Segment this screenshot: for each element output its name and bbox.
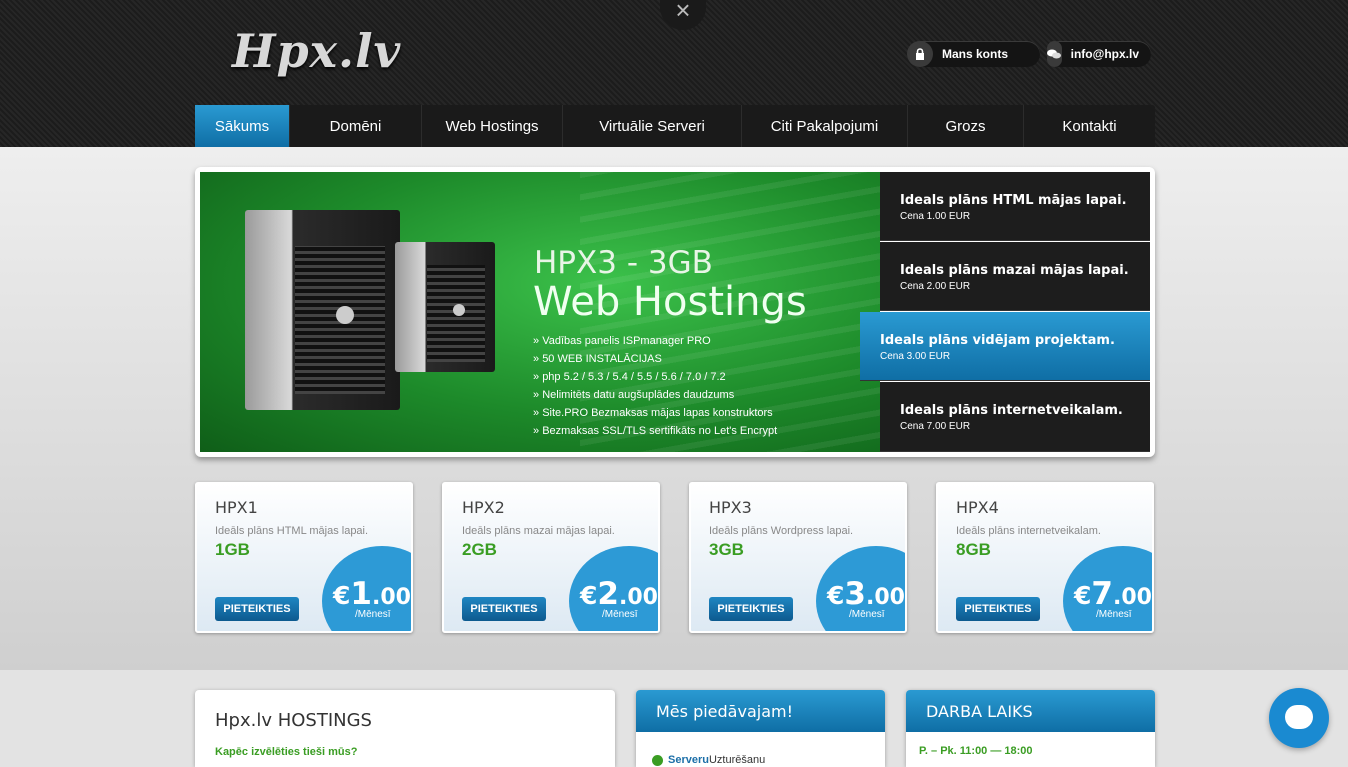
chat-bubble-icon [1047,41,1062,67]
offer-item-bold: Serveru [668,754,709,766]
plan-card-hpx2: HPX2 Ideāls plāns mazai mājas lapai. 2GB… [442,482,660,633]
chat-icon [1285,705,1313,729]
account-link[interactable]: Mans konts [907,41,1040,67]
server-tower-image [245,210,400,410]
about-box: Hpx.lv HOSTINGS Kapēc izvēlēties tieši m… [195,690,615,767]
list-item: Vadības panelis ISPmanager PRO [533,332,777,350]
plan-tab-3[interactable]: Ideals plāns vidējam projektam. Cena 3.0… [860,312,1150,381]
plan-name: HPX3 [709,498,752,517]
plan-price: €3.00 [827,576,905,612]
offer-box: Mēs piedāvajam! Serveru Uzturēšanu [636,690,885,767]
plan-name: HPX2 [462,498,505,517]
hero-banner[interactable]: HPX3 - 3GB Web Hostings Vadības panelis … [200,172,880,452]
hours-box: DARBA LAIKS P. – Pk. 11:00 — 18:00 [906,690,1155,767]
account-label: Mans konts [942,47,1009,61]
plan-tab-title: Ideals plāns vidējam projektam. [880,333,1115,348]
hero-subtitle: Web Hostings [533,279,807,325]
order-button[interactable]: PIETEIKTIES [462,597,546,621]
plan-tabs: Ideals plāns HTML mājas lapai. Cena 1.00… [860,172,1150,452]
hours-title: DARBA LAIKS [906,690,1155,732]
nav-item-sakums[interactable]: Sākums [195,105,290,147]
hero-slider: HPX3 - 3GB Web Hostings Vadības panelis … [195,167,1155,457]
plan-tab-2[interactable]: Ideals plāns mazai mājas lapai. Cena 2.0… [880,242,1150,311]
plan-tab-title: Ideals plāns mazai mājas lapai. [900,263,1129,278]
plan-description: Ideāls plāns HTML mājas lapai. [215,525,369,537]
email-link[interactable]: info@hpx.lv [1047,41,1151,67]
plan-tab-price: Cena 7.00 EUR [900,421,971,432]
check-icon [652,754,663,766]
plan-card-hpx4: HPX4 Ideāls plāns internetveikalam. 8GB … [936,482,1154,633]
order-button[interactable]: PIETEIKTIES [956,597,1040,621]
nav-item-web-hostings[interactable]: Web Hostings [422,105,563,147]
nav-item-virtualie-serveri[interactable]: Virtuālie Serveri [563,105,742,147]
plan-price: €2.00 [580,576,658,612]
plan-period: /Mēnesī [849,609,885,620]
plan-tab-price: Cena 1.00 EUR [900,211,971,222]
plan-description: Ideāls plāns mazai mājas lapai. [462,525,615,537]
order-button[interactable]: PIETEIKTIES [215,597,299,621]
nav-item-domeni[interactable]: Domēni [290,105,422,147]
hero-feature-list: Vadības panelis ISPmanager PRO 50 WEB IN… [533,332,777,440]
server-tower-small-image [395,242,495,372]
offer-title: Mēs piedāvajam! [636,690,885,732]
list-item: Site.PRO Bezmaksas mājas lapas konstrukt… [533,404,777,422]
plan-name: HPX1 [215,498,258,517]
about-subtitle: Kapēc izvēlēties tieši mūs? [215,746,358,758]
list-item: 50 WEB INSTALĀCIJAS [533,350,777,368]
offer-item: Serveru Uzturēšanu [652,754,765,766]
order-button[interactable]: PIETEIKTIES [709,597,793,621]
plan-tab-price: Cena 2.00 EUR [900,281,971,292]
plan-period: /Mēnesī [1096,609,1132,620]
plan-tab-title: Ideals plāns internetveikalam. [900,403,1123,418]
plan-card-hpx1: HPX1 Ideāls plāns HTML mājas lapai. 1GB … [195,482,413,633]
plan-description: Ideāls plāns Wordpress lapai. [709,525,854,537]
list-item: Bezmaksas SSL/TLS sertifikāts no Let's E… [533,422,777,440]
plan-description: Ideāls plāns internetveikalam. [956,525,1101,537]
plan-period: /Mēnesī [355,609,391,620]
offer-item-rest: Uzturēšanu [708,754,766,766]
nav-item-grozs[interactable]: Grozs [908,105,1024,147]
hours-line: P. – Pk. 11:00 — 18:00 [919,745,1033,757]
plan-tab-title: Ideals plāns HTML mājas lapai. [900,193,1127,208]
plan-tab-price: Cena 3.00 EUR [880,351,951,362]
lock-icon [907,41,933,67]
email-label: info@hpx.lv [1070,47,1139,61]
about-title: Hpx.lv HOSTINGS [215,710,372,731]
plan-period: /Mēnesī [602,609,638,620]
plan-name: HPX4 [956,498,999,517]
list-item: php 5.2 / 5.3 / 5.4 / 5.5 / 5.6 / 7.0 / … [533,368,777,386]
plan-size: 1GB [215,540,250,559]
chat-button[interactable] [1269,688,1329,748]
plan-price: €7.00 [1074,576,1152,612]
list-item: Nelimitēts datu augšuplādes daudzums [533,386,777,404]
plan-tab-1[interactable]: Ideals plāns HTML mājas lapai. Cena 1.00… [880,172,1150,241]
plan-size: 3GB [709,540,744,559]
plan-size: 2GB [462,540,497,559]
plan-card-hpx3: HPX3 Ideāls plāns Wordpress lapai. 3GB €… [689,482,907,633]
main-nav: Sākums Domēni Web Hostings Virtuālie Ser… [195,105,1155,147]
plan-size: 8GB [956,540,991,559]
site-logo[interactable]: Hpx.lv [232,24,401,78]
plan-tab-4[interactable]: Ideals plāns internetveikalam. Cena 7.00… [880,382,1150,452]
hero-title: HPX3 - 3GB [534,245,713,281]
nav-item-citi-pakalpojumi[interactable]: Citi Pakalpojumi [742,105,908,147]
plan-price: €1.00 [333,576,411,612]
nav-item-kontakti[interactable]: Kontakti [1024,105,1155,147]
